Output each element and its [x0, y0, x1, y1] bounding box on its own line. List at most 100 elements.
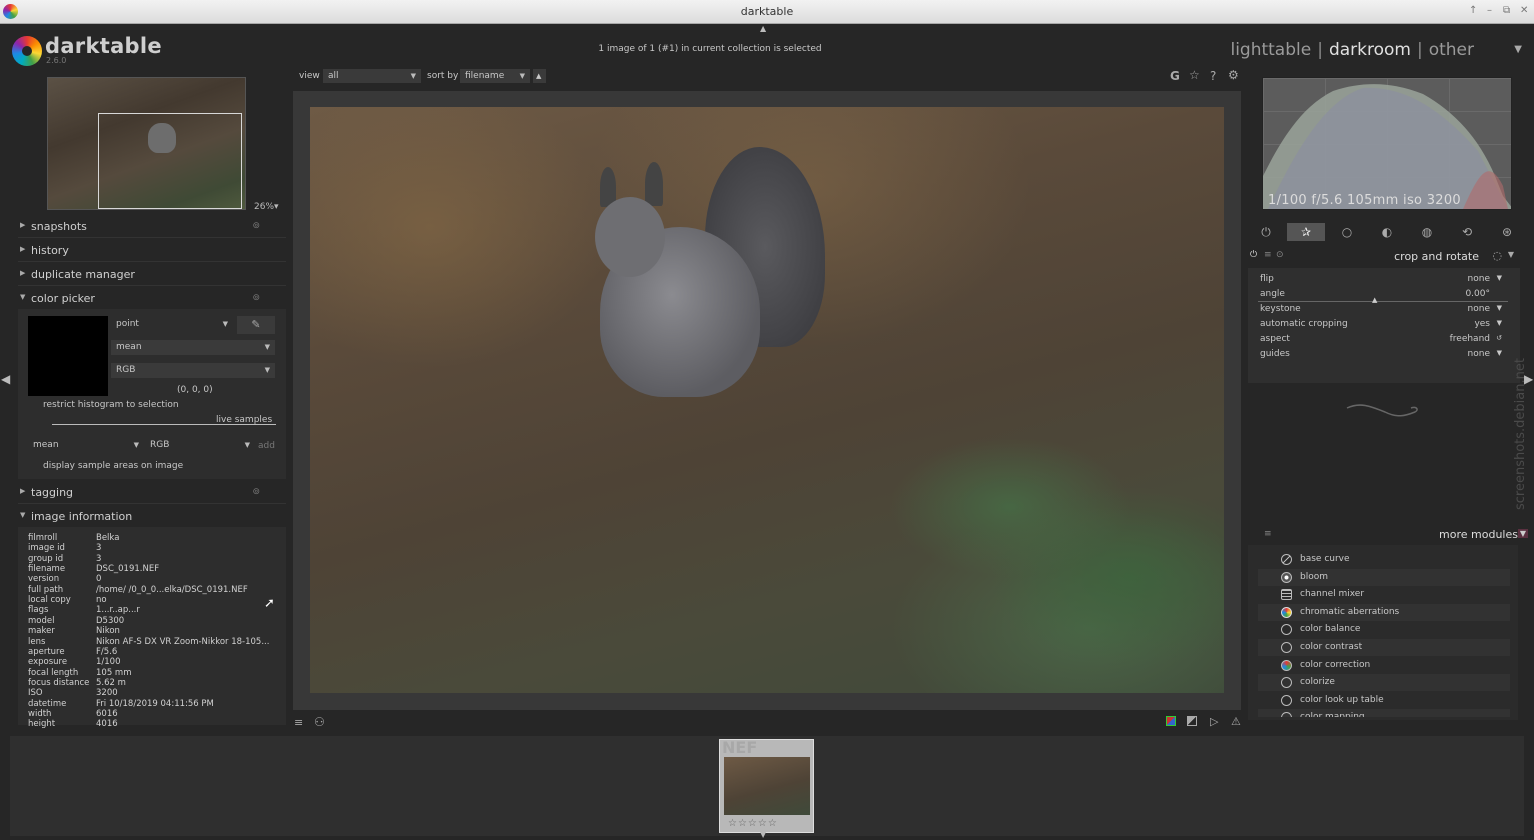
section-tagging[interactable]: ▶ tagging ⊚: [18, 483, 286, 504]
angle-slider-track[interactable]: [1258, 301, 1508, 302]
star-icon[interactable]: ☆: [1189, 68, 1200, 82]
param-value: none: [1467, 349, 1490, 359]
param-guides[interactable]: guides none ▼: [1260, 349, 1504, 361]
selection-info: 1 image of 1 (#1) in current collection …: [598, 44, 822, 54]
module-reset-icon[interactable]: ⊙: [1276, 250, 1284, 260]
param-flip[interactable]: flip none ▼: [1260, 274, 1504, 286]
restrict-histogram-toggle[interactable]: restrict histogram to selection: [43, 400, 179, 410]
view-other[interactable]: other: [1429, 40, 1474, 60]
histogram[interactable]: [1262, 77, 1512, 210]
param-keystone[interactable]: keystone none ▼: [1260, 304, 1504, 316]
view-darkroom[interactable]: darkroom: [1329, 40, 1411, 60]
gamut-check-icon[interactable]: ⚠: [1231, 715, 1241, 728]
sample-model-select[interactable]: RGB ▼: [145, 438, 255, 453]
module-color-mapping[interactable]: color mapping: [1258, 709, 1510, 718]
picker-model-select[interactable]: RGB ▼: [111, 363, 275, 378]
favorites-group-icon[interactable]: ✰: [1287, 223, 1325, 241]
more-modules-header[interactable]: ≡ more modules ▼: [1248, 528, 1528, 542]
info-row-width: width 6016: [28, 709, 278, 719]
chevron-down-icon[interactable]: ▼: [1497, 274, 1502, 282]
section-duplicate-manager[interactable]: ▶ duplicate manager: [18, 265, 286, 286]
chevron-down-icon[interactable]: ▼: [1497, 304, 1502, 312]
top-panel-collapse-arrow[interactable]: ▲: [760, 24, 766, 33]
param-angle[interactable]: angle 0.00°: [1260, 289, 1504, 301]
filmstrip-thumbnail[interactable]: NEF ☆☆☆☆☆: [719, 738, 814, 833]
chevron-down-icon[interactable]: ▼: [1517, 529, 1528, 538]
basic-group-icon[interactable]: ○: [1328, 223, 1366, 241]
section-image-information[interactable]: ▼ image information: [18, 507, 286, 527]
presets-icon[interactable]: ⊚: [252, 487, 260, 497]
sample-stat-select[interactable]: mean ▼: [28, 438, 144, 453]
tone-group-icon[interactable]: ◐: [1368, 223, 1406, 241]
help-icon[interactable]: ?: [1210, 69, 1216, 83]
active-modules-power-icon[interactable]: ⏻: [1247, 223, 1285, 241]
view-filter-value: all: [328, 71, 339, 81]
display-sample-areas-toggle[interactable]: display sample areas on image: [43, 461, 183, 471]
zoom-level[interactable]: 26%▾: [254, 202, 279, 212]
module-colorize[interactable]: colorize: [1258, 674, 1510, 692]
views-dropdown-icon[interactable]: ▼: [1514, 44, 1522, 55]
main-image[interactable]: [310, 107, 1224, 693]
sort-label: sort by: [427, 71, 459, 81]
effect-group-icon[interactable]: ⊛: [1488, 223, 1526, 241]
module-chromatic-aberrations[interactable]: chromatic aberrations: [1258, 603, 1510, 621]
module-channel-mixer[interactable]: channel mixer: [1258, 586, 1510, 603]
correct-group-icon[interactable]: ⟲: [1448, 223, 1486, 241]
window-close-button[interactable]: ✕: [1520, 5, 1528, 16]
color-assessment-icon[interactable]: [1166, 716, 1176, 726]
module-color-contrast[interactable]: color contrast: [1258, 639, 1510, 656]
picker-stat-select[interactable]: mean ▼: [111, 340, 275, 355]
view-lighttable[interactable]: lighttable: [1230, 40, 1311, 60]
gear-icon[interactable]: ⚙: [1228, 68, 1239, 82]
channel-mixer-icon: [1281, 589, 1292, 601]
param-label: guides: [1260, 349, 1290, 359]
angle-slider-handle[interactable]: ▲: [1372, 296, 1377, 304]
styles-icon[interactable]: ⚇: [314, 715, 325, 729]
picker-mode-select[interactable]: point ▼: [111, 317, 233, 332]
presets-menu-icon[interactable]: ≡: [1264, 529, 1272, 539]
module-color-balance[interactable]: color balance: [1258, 621, 1510, 638]
section-snapshots[interactable]: ▶ snapshots ⊚: [18, 217, 286, 238]
section-history[interactable]: ▶ history: [18, 241, 286, 262]
presets-menu-icon[interactable]: ≡: [294, 716, 303, 729]
window-maximize-button[interactable]: ⧉: [1503, 5, 1510, 16]
module-mask-icon[interactable]: ◌: [1492, 249, 1502, 262]
grouping-icon[interactable]: G: [1170, 69, 1180, 83]
presets-icon[interactable]: ⊚: [252, 293, 260, 303]
darktable-logo-icon: [12, 36, 42, 66]
view-filter-select[interactable]: all ▼: [323, 69, 421, 83]
section-color-picker[interactable]: ▼ color picker ⊚: [18, 289, 286, 309]
module-base-curve[interactable]: base curve: [1258, 551, 1510, 568]
window-minimize-button[interactable]: –: [1487, 5, 1492, 16]
sort-select[interactable]: filename ▼: [460, 69, 530, 83]
swap-orientation-icon[interactable]: ↺: [1496, 334, 1502, 342]
color-look-up-table-icon: [1281, 694, 1292, 706]
navigation-thumbnail[interactable]: [47, 77, 246, 210]
presets-icon[interactable]: ⊚: [252, 221, 260, 231]
module-bloom[interactable]: bloom: [1258, 568, 1510, 586]
overexposed-icon[interactable]: [1187, 716, 1197, 726]
info-key: maker: [28, 626, 55, 637]
module-presets-icon[interactable]: ≡: [1264, 250, 1272, 260]
info-value: 6016: [96, 708, 118, 719]
softproof-icon[interactable]: ▷: [1210, 715, 1218, 728]
param-aspect[interactable]: aspect freehand ↺: [1260, 334, 1504, 346]
navigation-viewport-frame[interactable]: [98, 113, 242, 209]
chevron-down-icon[interactable]: ▼: [1497, 349, 1502, 357]
rating-stars[interactable]: ☆☆☆☆☆: [728, 818, 778, 829]
module-menu-icon[interactable]: ▼: [1508, 250, 1514, 259]
module-color-look-up-table[interactable]: color look up table: [1258, 692, 1510, 709]
module-power-icon[interactable]: ⏻: [1250, 250, 1257, 260]
window-raise-button[interactable]: ↑: [1469, 5, 1477, 16]
module-color-correction[interactable]: color correction: [1258, 657, 1510, 674]
bottom-panel-collapse-arrow[interactable]: ▼: [760, 830, 766, 839]
info-row-group-id: group id 3: [28, 554, 278, 564]
param-automatic-cropping[interactable]: automatic cropping yes ▼: [1260, 319, 1504, 331]
left-panel-collapse-icon[interactable]: ◀: [1, 372, 10, 386]
crop-rotate-header[interactable]: ⏻ ≡ ⊙ crop and rotate ◌ ▼: [1248, 249, 1520, 265]
chevron-down-icon[interactable]: ▼: [1497, 319, 1502, 327]
eyedropper-icon[interactable]: ✎: [237, 316, 275, 334]
add-sample-button[interactable]: add: [258, 441, 275, 451]
sort-direction-button[interactable]: ▲: [533, 69, 546, 83]
color-group-icon[interactable]: ◍: [1408, 223, 1446, 241]
